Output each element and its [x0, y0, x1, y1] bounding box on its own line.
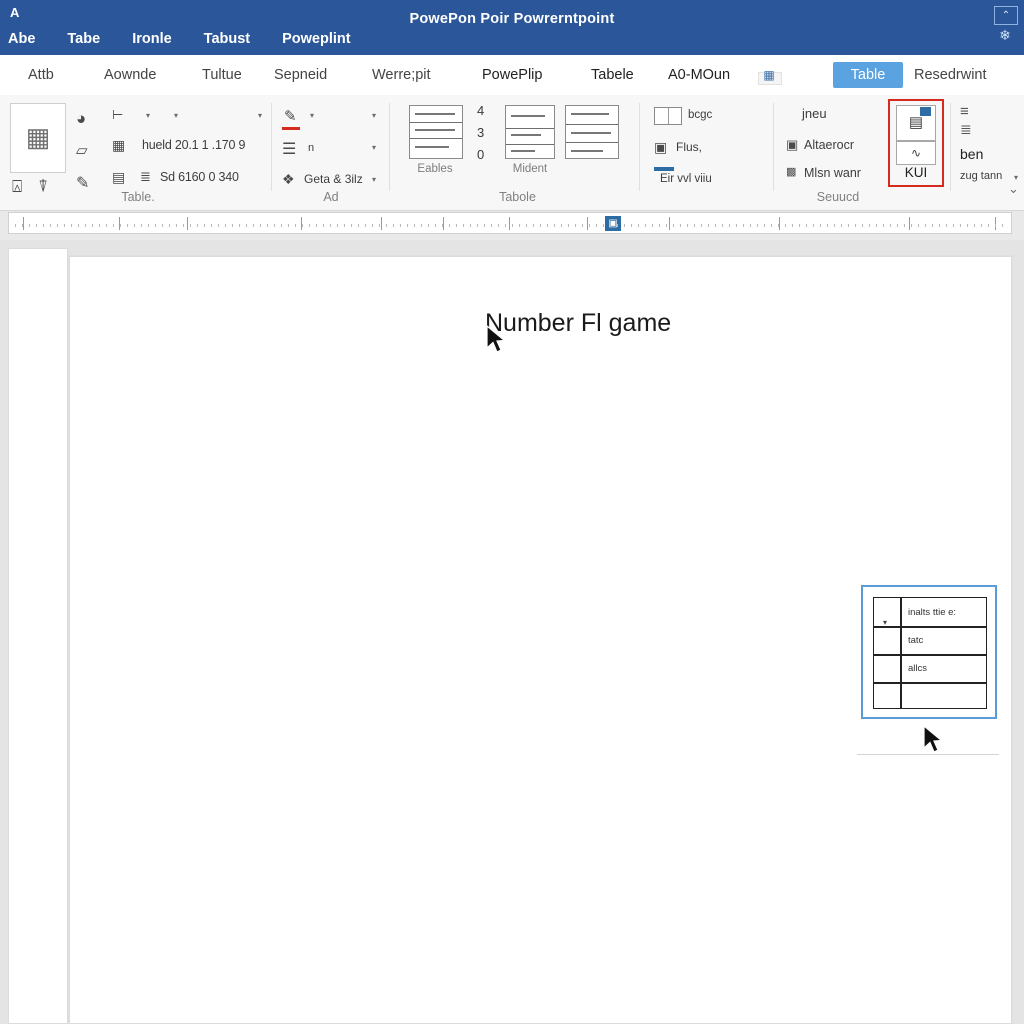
tab-a0-moun[interactable]: A0-MOun: [662, 55, 736, 95]
insert-table-button[interactable]: ▦: [10, 103, 66, 173]
slide-table[interactable]: ▾ inalts ttie e: tatc allcs: [861, 585, 997, 719]
tab-werrepit[interactable]: Werre;pit: [366, 55, 437, 97]
ribbon-group-secured: jneu ▣ Altaerocr ▩ Mlsn wanr ▤ ∿ KUI ≡ ≣…: [778, 95, 1024, 210]
collapse-ribbon-icon[interactable]: ⌃: [994, 6, 1018, 25]
horizontal-ruler[interactable]: ▣: [8, 212, 1012, 234]
tab-poweplip[interactable]: PowePlip: [476, 55, 548, 95]
chevron-down-icon-f[interactable]: ▾: [372, 143, 376, 152]
chevron-down-icon-table[interactable]: ▾: [883, 618, 887, 627]
chevron-down-icon-b[interactable]: ▾: [174, 111, 178, 120]
table-preview-third[interactable]: [565, 105, 619, 159]
pen-color-icon[interactable]: ✎: [284, 107, 297, 125]
effects-row-label: Eir vvl viiu: [660, 173, 712, 185]
table-row[interactable]: inalts ttie e:: [908, 607, 956, 618]
tab-table-contextual[interactable]: Table: [833, 62, 903, 88]
mouse-cursor-canvas: [923, 725, 944, 753]
group-label-table: Table.: [121, 190, 155, 204]
table-style-icon[interactable]: ◕: [76, 109, 86, 129]
window-title: PowePon Poir Powrerntpoint: [409, 11, 615, 27]
insert-below-label[interactable]: Altaerocr: [804, 138, 854, 152]
qat-item-poweplint[interactable]: Poweplint: [282, 31, 350, 47]
group-label-secured: Seuucd: [816, 190, 860, 204]
chevron-down-icon-c[interactable]: ▾: [258, 111, 262, 120]
qat-item-tabe[interactable]: Tabe: [67, 31, 100, 47]
slide-thumbnail-pane[interactable]: [8, 248, 68, 1024]
borders-label: Flus,: [676, 140, 703, 154]
shading-icon[interactable]: [654, 107, 682, 125]
merge-icon[interactable]: ▩: [786, 165, 796, 178]
table-size-text: hueld 20.1 1 .170 9: [142, 138, 246, 152]
table-preview-label-mident: Mident: [512, 163, 548, 175]
ruler-marker[interactable]: ▣: [605, 216, 621, 231]
align-row-label[interactable]: zug tann: [960, 170, 1002, 183]
snowflake-icon[interactable]: ❄: [996, 26, 1014, 44]
style-digit-1: 4: [477, 103, 485, 118]
tab-attb[interactable]: Attb: [22, 55, 60, 95]
insert-above-label[interactable]: jneu: [802, 107, 827, 121]
size-row-label[interactable]: ben: [960, 147, 983, 162]
qat-item-tabust[interactable]: Tabust: [204, 31, 250, 47]
ribbon-group-table-styles: Eables 4 3 0 Mident Tabole: [395, 95, 640, 210]
title-bar-controls: ⌃ ❄: [992, 4, 1020, 52]
chevron-down-icon-g[interactable]: ▾: [372, 175, 376, 184]
paragraph-icon[interactable]: ☰: [282, 139, 296, 159]
tab-tabele[interactable]: Tabele: [585, 55, 640, 95]
borders-icon[interactable]: ▣: [654, 139, 667, 156]
effects-icon[interactable]: ❖: [282, 171, 295, 188]
table-grid[interactable]: ▾ inalts ttie e: tatc allcs: [873, 597, 987, 709]
table-pos-text: Sd 6160 0 340: [160, 170, 239, 184]
chevron-down-icon-d[interactable]: ▾: [310, 111, 314, 120]
ribbon-tab-strip: Attb Aownde Tultue Sepneid Werre;pit Pow…: [0, 55, 1024, 97]
effects-label: Geta & 3ilz: [304, 172, 363, 186]
chevron-down-icon-e[interactable]: ▾: [372, 111, 376, 120]
tab-tultue[interactable]: Tultue: [196, 55, 248, 95]
group-label-table-styles: Tabole: [499, 190, 536, 204]
table-preview-eables[interactable]: [409, 105, 463, 159]
ribbon: ▦ ⍓ ⍒ ◕ ▱ ✎ ⊢ ▦ ▤ ≣ hueld 20.1 1 .170 9 …: [0, 95, 1024, 211]
group-label-ad: Ad: [323, 190, 339, 204]
style-digit-3: 0: [477, 147, 485, 162]
column-icon[interactable]: ⊢: [112, 107, 123, 123]
page-title: Number Fl game: [485, 309, 672, 337]
style-digit-2: 3: [477, 125, 485, 140]
insert-below-icon[interactable]: ▣: [786, 137, 798, 153]
tab-sepneid[interactable]: Sepneid: [268, 55, 333, 95]
kui-sparkline-icon[interactable]: ∿: [896, 141, 936, 165]
ribbon-group-ad: ✎ ☰ n ❖ Geta & 3ilz ▾ ▾ ▾ ▾ Ad: [272, 95, 390, 210]
mouse-cursor-title: [486, 325, 507, 353]
shading-label: bcgc: [688, 109, 713, 121]
table-preview-mident[interactable]: [505, 105, 555, 159]
table-row[interactable]: allcs: [908, 663, 927, 674]
align-icon[interactable]: ≣: [140, 169, 151, 185]
ribbon-group-table: ▦ ⍓ ⍒ ◕ ▱ ✎ ⊢ ▦ ▤ ≣ hueld 20.1 1 .170 9 …: [4, 95, 272, 210]
table-preview-label-eables: Eables: [417, 163, 453, 175]
paragraph-value: n: [308, 142, 315, 154]
chevron-down-icon-a[interactable]: ▾: [146, 111, 150, 120]
tab-resedrwint[interactable]: Resedrwint: [908, 55, 993, 95]
powerpoint-window: A PowePon Poir Powrerntpoint Abe Tabe Ir…: [0, 0, 1024, 1024]
grid-icon[interactable]: ▦: [112, 137, 125, 154]
table-row[interactable]: tatc: [908, 635, 923, 646]
qat-item-ironle[interactable]: Ironle: [132, 31, 171, 47]
qat-item-abe[interactable]: Abe: [8, 31, 35, 47]
tell-me-icon[interactable]: ▦: [756, 63, 782, 87]
title-bar: A PowePon Poir Powrerntpoint Abe Tabe Ir…: [0, 0, 1024, 55]
kui-button-label[interactable]: KUI: [888, 165, 944, 180]
eraser-icon[interactable]: ▱: [76, 141, 88, 159]
document-page[interactable]: Number Fl game ▾ inalts ttie e: tatc all…: [69, 256, 1012, 1024]
merge-label[interactable]: Mlsn wanr: [804, 166, 861, 180]
size-lines-icon-2[interactable]: ≣: [960, 121, 972, 138]
size-lines-icon[interactable]: ≡: [960, 103, 969, 120]
tab-aownde[interactable]: Aownde: [98, 55, 162, 95]
scroll-down-icon[interactable]: ⌄: [1008, 181, 1019, 197]
quick-access-toolbar: Abe Tabe Ironle Tabust Poweplint: [8, 27, 383, 51]
grid-icon-2[interactable]: ▤: [112, 169, 125, 186]
workspace: Number Fl game ▾ inalts ttie e: tatc all…: [0, 240, 1024, 1024]
